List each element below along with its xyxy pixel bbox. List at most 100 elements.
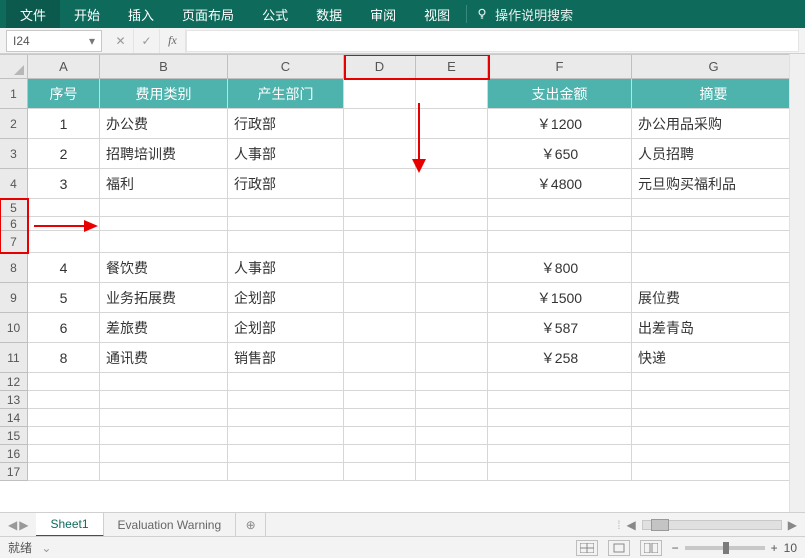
- cell[interactable]: [632, 217, 796, 231]
- view-normal-button[interactable]: [576, 540, 598, 556]
- cell[interactable]: [228, 463, 344, 481]
- cell[interactable]: 企划部: [228, 283, 344, 313]
- cell[interactable]: [416, 169, 488, 199]
- select-all-corner[interactable]: [0, 55, 28, 79]
- cell[interactable]: [416, 109, 488, 139]
- row-header-4[interactable]: 4: [0, 169, 28, 199]
- cell[interactable]: [344, 427, 416, 445]
- tab-file[interactable]: 文件: [6, 0, 60, 28]
- tab-review[interactable]: 审阅: [356, 0, 410, 28]
- tab-insert[interactable]: 插入: [114, 0, 168, 28]
- sheet-tab-warning[interactable]: Evaluation Warning: [104, 513, 237, 537]
- cell[interactable]: [100, 391, 228, 409]
- cell[interactable]: [28, 217, 100, 231]
- cell[interactable]: [344, 391, 416, 409]
- cell[interactable]: [28, 409, 100, 427]
- view-page-layout-button[interactable]: [608, 540, 630, 556]
- cell[interactable]: 人事部: [228, 139, 344, 169]
- col-header-B[interactable]: B: [100, 55, 228, 79]
- row-header-15[interactable]: 15: [0, 427, 28, 445]
- cell[interactable]: [488, 427, 632, 445]
- hscroll-left-icon[interactable]: ◀: [627, 518, 636, 532]
- cell[interactable]: [100, 217, 228, 231]
- cell[interactable]: [344, 373, 416, 391]
- row-header-6[interactable]: 6: [0, 217, 28, 231]
- row-header-3[interactable]: 3: [0, 139, 28, 169]
- zoom-knob[interactable]: [723, 542, 729, 554]
- row-header-12[interactable]: 12: [0, 373, 28, 391]
- cell[interactable]: 3: [28, 169, 100, 199]
- cell[interactable]: [28, 391, 100, 409]
- cell[interactable]: 2: [28, 139, 100, 169]
- cell[interactable]: 出差青岛: [632, 313, 796, 343]
- cell[interactable]: [416, 373, 488, 391]
- cell[interactable]: [488, 463, 632, 481]
- cell[interactable]: [344, 199, 416, 217]
- cell[interactable]: [416, 313, 488, 343]
- cell[interactable]: 行政部: [228, 169, 344, 199]
- cell[interactable]: 办公费: [100, 109, 228, 139]
- cell[interactable]: ￥587: [488, 313, 632, 343]
- cell[interactable]: [28, 231, 100, 253]
- row-header-10[interactable]: 10: [0, 313, 28, 343]
- cell[interactable]: 快递: [632, 343, 796, 373]
- row-header-17[interactable]: 17: [0, 463, 28, 481]
- tab-view[interactable]: 视图: [410, 0, 464, 28]
- cell[interactable]: [100, 199, 228, 217]
- zoom-slider[interactable]: [685, 546, 765, 550]
- cell[interactable]: ￥1500: [488, 283, 632, 313]
- cell[interactable]: [100, 373, 228, 391]
- cell[interactable]: [416, 253, 488, 283]
- cell[interactable]: [488, 391, 632, 409]
- cell[interactable]: 摘要: [632, 79, 796, 109]
- formula-input[interactable]: [186, 30, 799, 52]
- cell[interactable]: [488, 217, 632, 231]
- cell[interactable]: [488, 199, 632, 217]
- name-box[interactable]: I24 ▾: [6, 30, 102, 52]
- hscroll-track[interactable]: [642, 520, 782, 530]
- cell[interactable]: 展位费: [632, 283, 796, 313]
- tab-formulas[interactable]: 公式: [248, 0, 302, 28]
- cell[interactable]: [344, 217, 416, 231]
- cell[interactable]: [100, 231, 228, 253]
- cell[interactable]: [416, 139, 488, 169]
- hscroll-thumb[interactable]: [651, 519, 669, 531]
- add-sheet-button[interactable]: ⊕: [236, 513, 266, 537]
- cell[interactable]: [632, 373, 796, 391]
- cell[interactable]: [632, 391, 796, 409]
- cell[interactable]: 业务拓展费: [100, 283, 228, 313]
- cell[interactable]: ￥4800: [488, 169, 632, 199]
- fx-icon[interactable]: fx: [160, 29, 186, 53]
- cell[interactable]: 序号: [28, 79, 100, 109]
- cell[interactable]: 支出金额: [488, 79, 632, 109]
- cell[interactable]: 差旅费: [100, 313, 228, 343]
- cell[interactable]: [228, 445, 344, 463]
- zoom-out-button[interactable]: −: [672, 541, 679, 555]
- cell[interactable]: 福利: [100, 169, 228, 199]
- cell[interactable]: [100, 427, 228, 445]
- cell[interactable]: [632, 231, 796, 253]
- cell[interactable]: [416, 79, 488, 109]
- cell[interactable]: 人员招聘: [632, 139, 796, 169]
- cell[interactable]: 餐饮费: [100, 253, 228, 283]
- cell[interactable]: [28, 463, 100, 481]
- cell[interactable]: [632, 427, 796, 445]
- zoom-in-button[interactable]: +: [771, 541, 778, 555]
- cell[interactable]: [344, 463, 416, 481]
- cell[interactable]: [416, 283, 488, 313]
- cell[interactable]: 销售部: [228, 343, 344, 373]
- cell[interactable]: [344, 253, 416, 283]
- cell[interactable]: [632, 253, 796, 283]
- row-header-13[interactable]: 13: [0, 391, 28, 409]
- tab-home[interactable]: 开始: [60, 0, 114, 28]
- tab-page-layout[interactable]: 页面布局: [168, 0, 248, 28]
- row-header-2[interactable]: 2: [0, 109, 28, 139]
- cell[interactable]: [344, 313, 416, 343]
- cell[interactable]: [28, 445, 100, 463]
- cell[interactable]: 元旦购买福利品: [632, 169, 796, 199]
- cell[interactable]: 1: [28, 109, 100, 139]
- cell[interactable]: [416, 427, 488, 445]
- col-header-E[interactable]: E: [416, 55, 488, 79]
- cell[interactable]: [416, 391, 488, 409]
- enter-icon[interactable]: ✓: [134, 29, 160, 53]
